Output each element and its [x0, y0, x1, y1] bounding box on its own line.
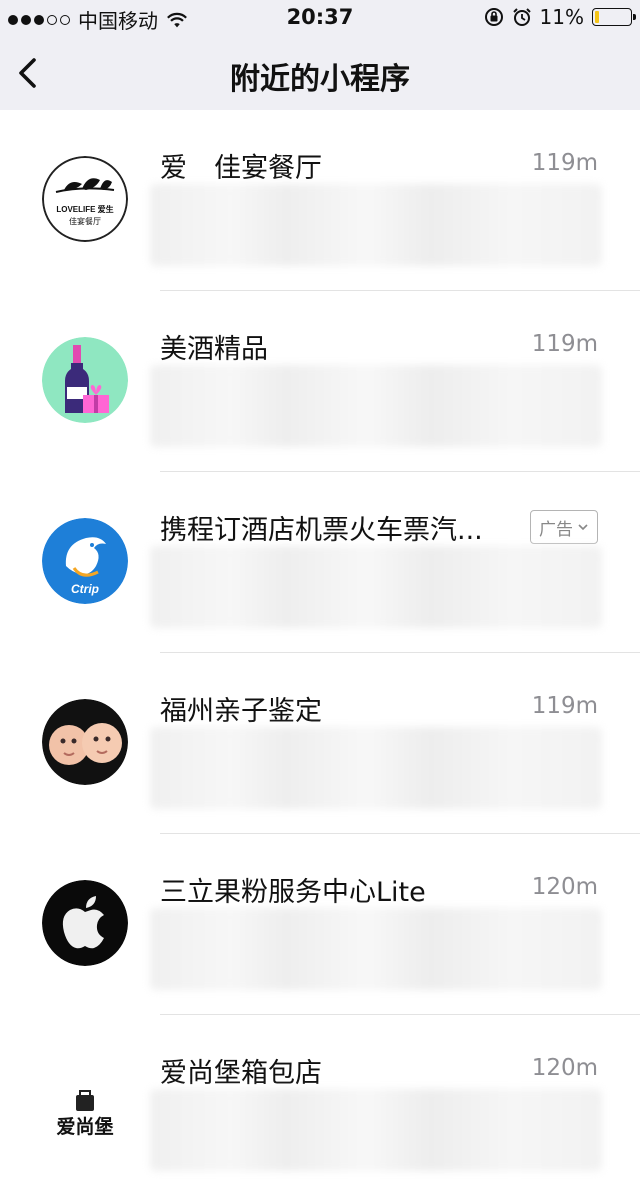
svg-text:Ctrip: Ctrip — [71, 582, 99, 596]
item-name: 携程订酒店机票火车票汽... — [160, 515, 483, 546]
list-item[interactable]: 爱尚堡 爱尚堡箱包店 120m — [0, 1015, 640, 1196]
item-name: 美酒精品 — [160, 334, 268, 365]
apple-logo-icon — [42, 880, 128, 966]
item-distance: 119m — [531, 331, 598, 357]
svg-text:爱尚堡: 爱尚堡 — [56, 1115, 113, 1138]
rotation-lock-icon — [484, 8, 503, 26]
list-item[interactable]: LOVELIFE 爱生 佳宴餐厅 爱 佳宴餐厅 119m — [0, 110, 640, 291]
list-item[interactable]: 三立果粉服务中心Lite 120m — [0, 834, 640, 1015]
alarm-icon — [512, 8, 531, 26]
chevron-down-icon — [578, 524, 588, 531]
nav-bar: 附近的小程序 — [0, 36, 640, 110]
item-name: 福州亲子鉴定 — [160, 696, 322, 727]
item-name: 爱尚堡箱包店 — [160, 1058, 322, 1089]
list-item[interactable]: Ctrip 携程订酒店机票火车票汽... 广告 — [0, 472, 640, 653]
item-name: 爱 佳宴餐厅 — [160, 153, 322, 184]
list-item[interactable]: 福州亲子鉴定 119m — [0, 653, 640, 834]
ad-badge[interactable]: 广告 — [530, 510, 598, 544]
babies-logo-icon — [42, 699, 128, 785]
item-distance: 120m — [531, 1055, 598, 1081]
blurred-description — [150, 546, 602, 628]
battery-icon — [592, 8, 636, 26]
ctrip-logo-icon: Ctrip — [42, 518, 128, 604]
wine-gift-logo-icon — [42, 337, 128, 423]
status-right: 11% — [484, 5, 636, 29]
svg-text:LOVELIFE 爱生: LOVELIFE 爱生 — [56, 204, 113, 214]
blurred-description — [150, 184, 602, 266]
battery-percentage: 11% — [539, 5, 584, 29]
blurred-description — [150, 365, 602, 447]
item-distance: 119m — [531, 150, 598, 176]
item-distance: 119m — [531, 693, 598, 719]
svg-text:佳宴餐厅: 佳宴餐厅 — [69, 216, 101, 226]
aishangbao-logo-icon: 爱尚堡 — [42, 1061, 128, 1147]
blurred-description — [150, 908, 602, 990]
blurred-description — [150, 727, 602, 809]
lovelife-logo-icon: LOVELIFE 爱生 佳宴餐厅 — [42, 156, 128, 242]
page-title: 附近的小程序 — [230, 62, 410, 97]
blurred-description — [150, 1089, 602, 1171]
item-name: 三立果粉服务中心Lite — [160, 877, 426, 908]
ad-badge-label: 广告 — [539, 519, 573, 540]
list-item[interactable]: 美酒精品 119m — [0, 291, 640, 472]
status-bar: 中国移动 20:37 11% — [0, 0, 640, 36]
item-distance: 120m — [531, 874, 598, 900]
